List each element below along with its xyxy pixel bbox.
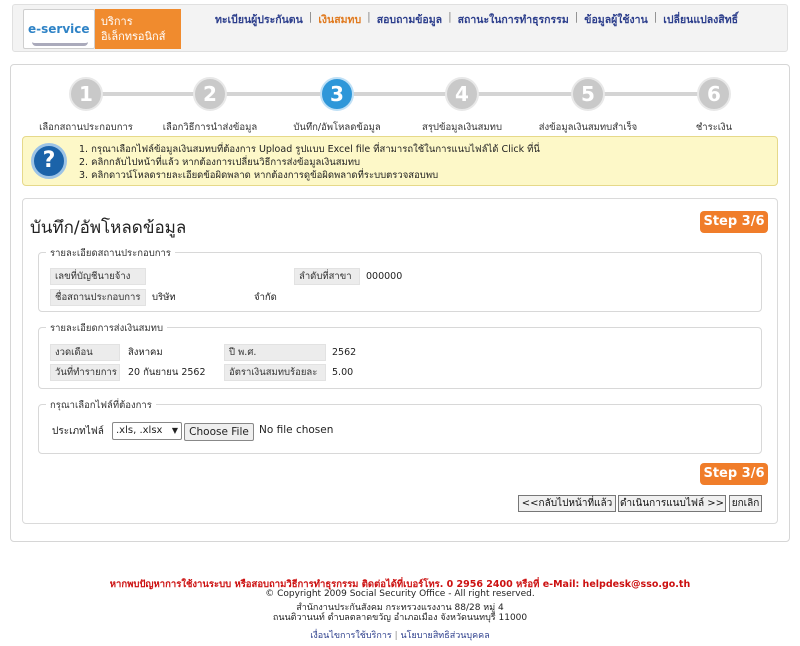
nav-change-permission[interactable]: เปลี่ยนแปลงสิทธิ์ [657, 11, 744, 28]
terms-link[interactable]: เงื่อนไขการใช้บริการ [310, 631, 391, 641]
back-button[interactable]: <<กลับไปหน้าที่แล้ว [518, 495, 616, 512]
instruction-line-2: 2. คลิกกลับไปหน้าที่แล้ว หากต้องการเปลี่… [79, 157, 361, 168]
nav-inquiry[interactable]: สอบถามข้อมูล [371, 11, 448, 28]
rate-label: อัตราเงินสมทบร้อยละ [224, 364, 326, 381]
step-5-label: ส่งข้อมูลเงินสมทบสำเร็จ [538, 122, 638, 133]
site-header: e-service บริการ อิเล็กทรอนิกส์ ทะเบียนผ… [12, 4, 788, 52]
footer-copyright: © Copyright 2009 Social Security Office … [265, 589, 535, 599]
step-4-circle: 4 [445, 77, 479, 111]
period-label: งวดเดือน [50, 344, 120, 361]
instruction-line-1[interactable]: 1. กรุณาเลือกไฟล์ข้อมูลเงินสมทบที่ต้องกา… [79, 143, 540, 156]
brand-line2: อิเล็กทรอนิกส์ [101, 30, 166, 43]
eservice-logo[interactable]: e-service [23, 9, 95, 49]
contribution-legend: รายละเอียดการส่งเงินสมทบ [46, 321, 167, 336]
logo-text: e-service [28, 22, 90, 36]
step-1-circle: 1 [69, 77, 103, 111]
branch-label: ลำดับที่สาขา [294, 268, 360, 285]
file-select-legend: กรุณาเลือกไฟล์ที่ต้องการ [46, 398, 156, 413]
step-2-circle: 2 [193, 77, 227, 111]
transaction-date-label: วันที่ทำรายการ [50, 364, 120, 381]
monitor-icon [32, 38, 88, 46]
branch-value: 000000 [366, 271, 403, 282]
page-title: บันทึก/อัพโหลดข้อมูล [30, 218, 187, 238]
step-1-label: เลือกสถานประกอบการ [39, 122, 133, 133]
year-label: ปี พ.ศ. [224, 344, 326, 361]
choose-file-button[interactable]: Choose File [184, 423, 254, 441]
nav-contribution[interactable]: เงินสมทบ [312, 11, 367, 28]
brand-banner: บริการ อิเล็กทรอนิกส์ [95, 9, 181, 49]
account-label: เลขที่บัญชีนายจ้าง [50, 268, 146, 285]
file-type-select[interactable]: .xls, .xlsx ▼ [112, 422, 182, 440]
cancel-button[interactable]: ยกเลิก [729, 495, 762, 512]
question-icon: ? [31, 143, 67, 179]
step-badge-bottom: Step 3/6 [700, 463, 768, 485]
step-progress-line [86, 92, 714, 96]
dropdown-arrow-icon: ▼ [171, 426, 178, 435]
no-file-chosen-text: No file chosen [259, 424, 334, 436]
footer-links: เงื่อนไขการใช้บริการ | นโยบายสิทธิส่วนบุ… [310, 631, 490, 641]
step-badge-top: Step 3/6 [700, 211, 768, 233]
step-2-label: เลือกวิธีการนำส่งข้อมูล [162, 122, 258, 133]
step-6-circle: 6 [697, 77, 731, 111]
period-value: สิงหาคม [128, 347, 163, 358]
file-type-label: ประเภทไฟล์ [52, 426, 104, 437]
establishment-name-label: ชื่อสถานประกอบการ [50, 289, 146, 306]
step-4-label: สรุปข้อมูลเงินสมทบ [422, 122, 502, 133]
attach-file-button[interactable]: ดำเนินการแนบไฟล์ >> [618, 495, 726, 512]
step-5-circle: 5 [571, 77, 605, 111]
nav-transaction-status[interactable]: สถานะในการทำธุรกรรม [452, 11, 575, 28]
transaction-date-value: 20 กันยายน 2562 [128, 367, 206, 378]
year-value: 2562 [332, 347, 357, 358]
nav-insured-registration[interactable]: ทะเบียนผู้ประกันตน [209, 11, 309, 28]
step-3-circle: 3 [320, 77, 354, 111]
nav-user-info[interactable]: ข้อมูลผู้ใช้งาน [578, 11, 653, 28]
instruction-box: ? 1. กรุณาเลือกไฟล์ข้อมูลเงินสมทบที่ต้อง… [22, 136, 778, 186]
privacy-link[interactable]: นโยบายสิทธิส่วนบุคคล [401, 631, 490, 641]
brand-line1: บริการ [101, 15, 133, 28]
establishment-name-prefix: บริษัท [152, 292, 176, 303]
step-6-label: ชำระเงิน [695, 122, 733, 133]
main-nav: ทะเบียนผู้ประกันตน | เงินสมทบ | สอบถามข้อม… [209, 11, 744, 28]
instruction-line-3: 3. คลิกดาวน์โหลดรายละเอียดข้อผิดพลาด หาก… [79, 170, 439, 181]
rate-value: 5.00 [332, 367, 354, 378]
establishment-name-suffix: จำกัด [254, 292, 277, 303]
establishment-legend: รายละเอียดสถานประกอบการ [46, 246, 175, 261]
footer-address-2: ถนนติวานนท์ ตำบลตลาดขวัญ อำเภอเมือง จังห… [272, 613, 528, 623]
file-type-value: .xls, .xlsx [116, 425, 163, 436]
step-3-label: บันทึก/อัพโหลดข้อมูล [293, 122, 381, 133]
